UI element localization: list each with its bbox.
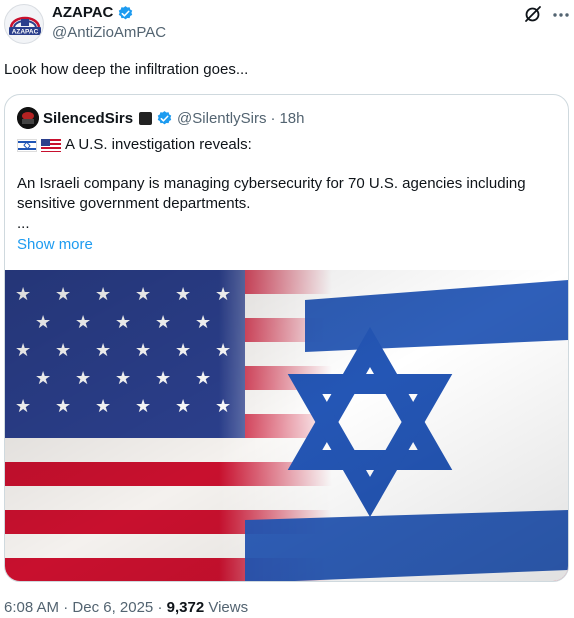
quote-header: SilencedSirs @SilentlySirs · 18h	[17, 107, 305, 129]
quote-body-text: An Israeli company is managing cybersecu…	[17, 175, 526, 212]
views-label: Views	[208, 599, 249, 616]
meta-separator: ·	[63, 599, 69, 616]
author-name-row: AZAPAC	[52, 4, 134, 22]
views-count[interactable]: 9,372	[167, 599, 205, 616]
author-display-name[interactable]: AZAPAC	[52, 4, 113, 22]
quote-verified-badge-icon	[157, 110, 172, 124]
black-square-emoji	[139, 111, 153, 125]
quote-ellipsis: ...	[17, 215, 30, 232]
verified-badge-icon	[119, 5, 133, 19]
quoted-tweet-card[interactable]: SilencedSirs @SilentlySirs · 18h A U.S. …	[4, 94, 569, 582]
quote-first-line: A U.S. investigation reveals:	[17, 135, 252, 155]
author-handle[interactable]: @AntiZioAmPAC	[52, 24, 166, 42]
quote-display-name[interactable]: SilencedSirs	[43, 110, 133, 127]
quote-handle[interactable]: @SilentlySirs	[177, 110, 266, 127]
quote-timestamp[interactable]: 18h	[279, 110, 304, 127]
post-time[interactable]: 6:08 AM	[4, 599, 59, 616]
quote-avatar[interactable]	[17, 107, 39, 129]
quote-first-line-text: A U.S. investigation reveals:	[65, 136, 252, 153]
more-dots-icon	[553, 13, 569, 17]
azapac-logo: AZAPAC	[9, 16, 41, 36]
quote-separator: ·	[270, 109, 276, 127]
more-options-button[interactable]	[550, 4, 572, 24]
flags-image[interactable]: ★★★★★★ ★★★★★ ★★★★★★ ★★★★★ ★★★★★★	[5, 270, 568, 582]
tweet-text: Look how deep the infiltration goes...	[4, 61, 249, 78]
tweet-meta: 6:08 AM · Dec 6, 2025 · 9,372 Views	[4, 598, 248, 618]
avatar-logo-text: AZAPAC	[12, 29, 39, 36]
author-avatar[interactable]: AZAPAC	[4, 4, 44, 44]
grok-button[interactable]	[523, 4, 543, 24]
grok-icon	[525, 6, 541, 22]
us-flag-emoji	[41, 138, 61, 152]
israel-flag-emoji	[17, 138, 37, 152]
quote-avatar-image	[17, 107, 39, 129]
meta-separator: ·	[157, 599, 163, 616]
post-date[interactable]: Dec 6, 2025	[72, 599, 153, 616]
show-more-link[interactable]: Show more	[17, 235, 93, 255]
